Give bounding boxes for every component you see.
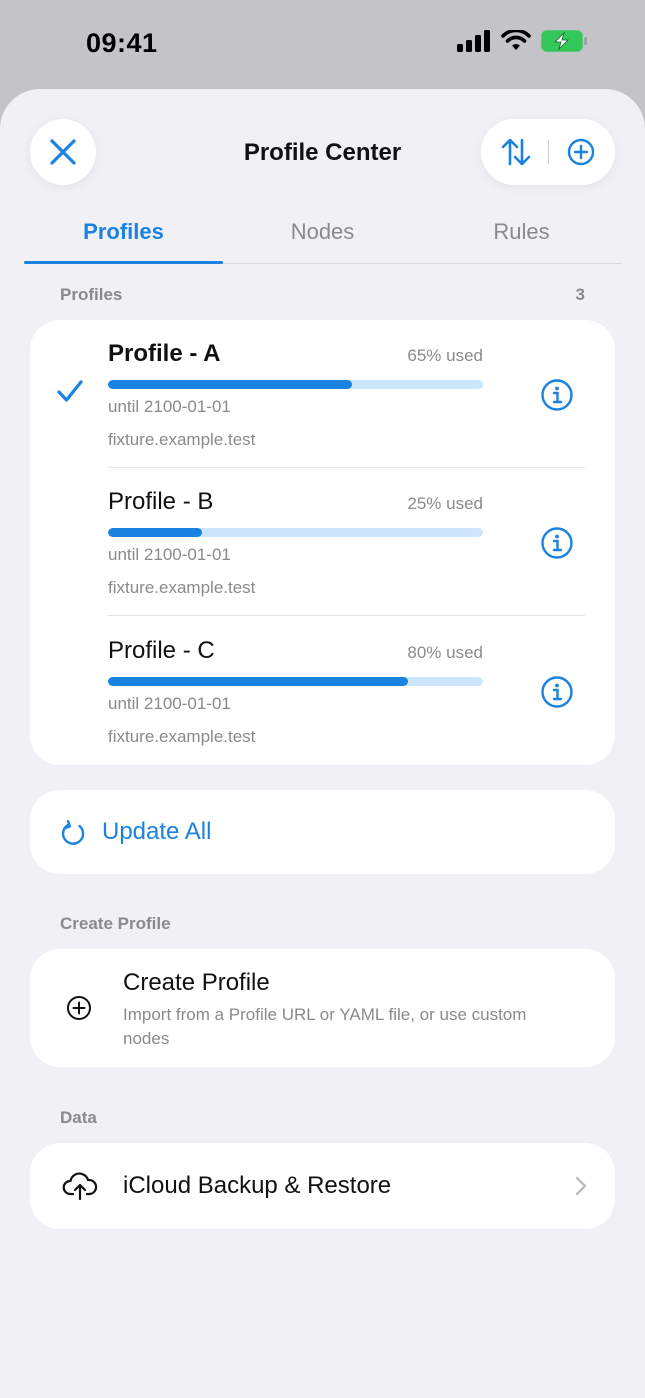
update-all-button[interactable]: Update All [30,790,615,874]
plus-circle-icon [567,138,594,166]
profiles-list: Profile - A 65% used until 2100-01-01 fi… [30,320,615,765]
profile-expiry: until 2100-01-01 [108,694,231,713]
profile-expiry: until 2100-01-01 [108,545,231,564]
refresh-icon [61,820,85,845]
tab-rules[interactable]: Rules [422,209,621,263]
create-profile-title: Create Profile [123,969,270,996]
profile-usage: 80% used [407,643,483,662]
header-actions [481,119,615,185]
info-icon[interactable] [540,675,574,709]
status-bar: 09:41 [0,0,645,88]
profile-usage: 25% used [407,494,483,513]
checkmark-icon [57,380,83,402]
create-profile-subtitle: Import from a Profile URL or YAML file, … [123,1005,527,1048]
profile-host: fixture.example.test [108,727,256,746]
cellular-signal-icon [457,30,490,52]
usage-bar-fill [108,380,352,389]
usage-bar-fill [108,677,408,686]
usage-bar [108,528,483,537]
battery-charging-icon [541,30,587,52]
cloud-upload-icon [62,1172,98,1201]
add-profile-button[interactable] [556,127,606,177]
profile-usage: 65% used [407,346,483,365]
wifi-icon [501,30,531,50]
profiles-count: 3 [575,285,585,304]
status-icons [457,30,589,52]
info-icon[interactable] [540,378,574,412]
sort-arrows-icon [501,138,530,166]
sheet-header: Profile Center [0,119,645,185]
profile-name: Profile - A [108,340,221,367]
data-section-label: Data [60,1108,97,1127]
profile-row-c[interactable]: Profile - C 80% used until 2100-01-01 fi… [30,617,615,765]
plus-circle-icon [67,996,91,1020]
create-profile-button[interactable]: Create Profile Import from a Profile URL… [30,949,615,1067]
profile-host: fixture.example.test [108,578,256,597]
icloud-backup-label: iCloud Backup & Restore [123,1172,392,1199]
profile-host: fixture.example.test [108,430,256,449]
profile-row-a[interactable]: Profile - A 65% used until 2100-01-01 fi… [30,320,615,468]
profiles-section-label: Profiles [60,285,123,304]
sort-button[interactable] [491,127,541,177]
usage-bar [108,677,483,686]
update-all-label: Update All [102,818,212,845]
usage-bar [108,380,483,389]
create-section-label: Create Profile [60,914,171,933]
profile-row-b[interactable]: Profile - B 25% used until 2100-01-01 fi… [30,468,615,616]
chevron-right-icon [575,1176,587,1196]
tab-bar: Profiles Nodes Rules [24,209,621,264]
profile-expiry: until 2100-01-01 [108,397,231,416]
usage-bar-fill [108,528,202,537]
info-icon[interactable] [540,526,574,560]
row-divider [108,615,585,616]
tab-profiles[interactable]: Profiles [24,209,223,264]
tab-nodes[interactable]: Nodes [223,209,422,263]
profile-name: Profile - C [108,637,215,664]
icloud-backup-row[interactable]: iCloud Backup & Restore [30,1143,615,1229]
action-divider [547,140,549,164]
profile-center-sheet: Profile Center Profiles Nodes Rules Prof… [0,89,645,1398]
profile-name: Profile - B [108,488,214,515]
status-time: 09:41 [86,28,158,58]
